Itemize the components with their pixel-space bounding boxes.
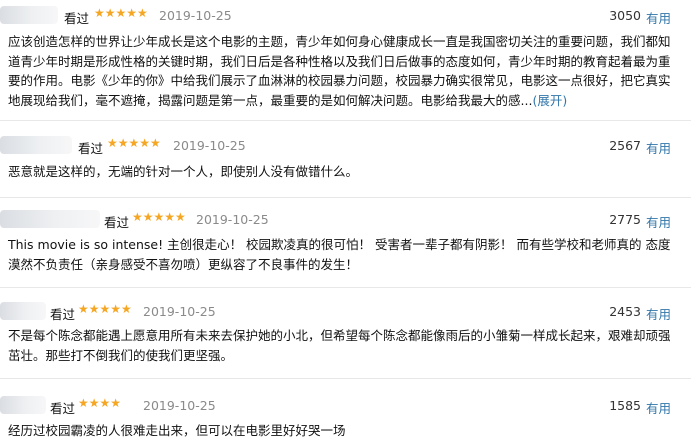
rating-stars: ★★★★ [78,396,122,410]
watched-label: 看过 [104,215,130,230]
useful-button[interactable]: 有用 [646,398,671,417]
review-date: 2019-10-25 [196,212,269,227]
review-header: 看过 ★★★★★ 2019-10-25 2453 有用 [0,302,691,322]
watched-label: 看过 [78,141,104,156]
useful-button[interactable]: 有用 [646,138,671,157]
rating-stars: ★★★★★ [94,6,148,20]
vote-count: 1585 [609,398,641,413]
username-avatar-blurred[interactable] [0,136,72,154]
vote-count: 3050 [609,8,641,23]
watched-label: 看过 [50,401,76,416]
divider [0,287,691,288]
divider [0,120,691,121]
useful-button[interactable]: 有用 [646,304,671,323]
review-date: 2019-10-25 [159,8,232,23]
username-avatar-blurred[interactable] [0,6,58,24]
useful-button[interactable]: 有用 [646,212,671,231]
vote-count: 2453 [609,304,641,319]
username-avatar-blurred[interactable] [0,396,46,414]
username-avatar-blurred[interactable] [0,302,46,320]
rating-stars: ★★★★★ [78,302,132,316]
review-text: 不是每个陈念都能遇上愿意用所有未来去保护她的小北，但希望每个陈念都能像雨后的小雏… [8,328,671,363]
watched-label: 看过 [64,11,90,26]
review-text: 经历过校园霸凌的人很难走出来，但可以在电影里好好哭一场 [8,423,346,438]
review-text: This movie is so intense! 主创很走心！ 校园欺凌真的很… [8,237,671,272]
vote-count: 2567 [609,138,641,153]
review-date: 2019-10-25 [173,138,246,153]
expand-link[interactable]: (展开) [532,93,567,108]
review-date: 2019-10-25 [143,304,216,319]
divider [0,378,691,379]
review-date: 2019-10-25 [143,398,216,413]
username-avatar-blurred[interactable] [0,210,100,228]
useful-button[interactable]: 有用 [646,8,671,27]
divider [0,197,691,198]
review-header: 看过 ★★★★★ 2019-10-25 2567 有用 [0,136,691,156]
review-header: 看过 ★★★★★ 2019-10-25 3050 有用 [0,6,691,26]
rating-stars: ★★★★★ [107,136,161,150]
review-text-content: 应该创造怎样的世界让少年成长是这个电影的主题，青少年如何身心健康成长一直是我国密… [8,34,671,108]
rating-stars: ★★★★★ [132,210,186,224]
watched-label: 看过 [50,307,76,322]
review-header: 看过 ★★★★ 2019-10-25 1585 有用 [0,396,691,416]
vote-count: 2775 [609,212,641,227]
review-text: 应该创造怎样的世界让少年成长是这个电影的主题，青少年如何身心健康成长一直是我国密… [8,32,678,110]
review-header: 看过 ★★★★★ 2019-10-25 2775 有用 [0,210,691,230]
review-text: 恶意就是这样的，无端的针对一个人，即使别人没有做错什么。 [8,164,359,179]
